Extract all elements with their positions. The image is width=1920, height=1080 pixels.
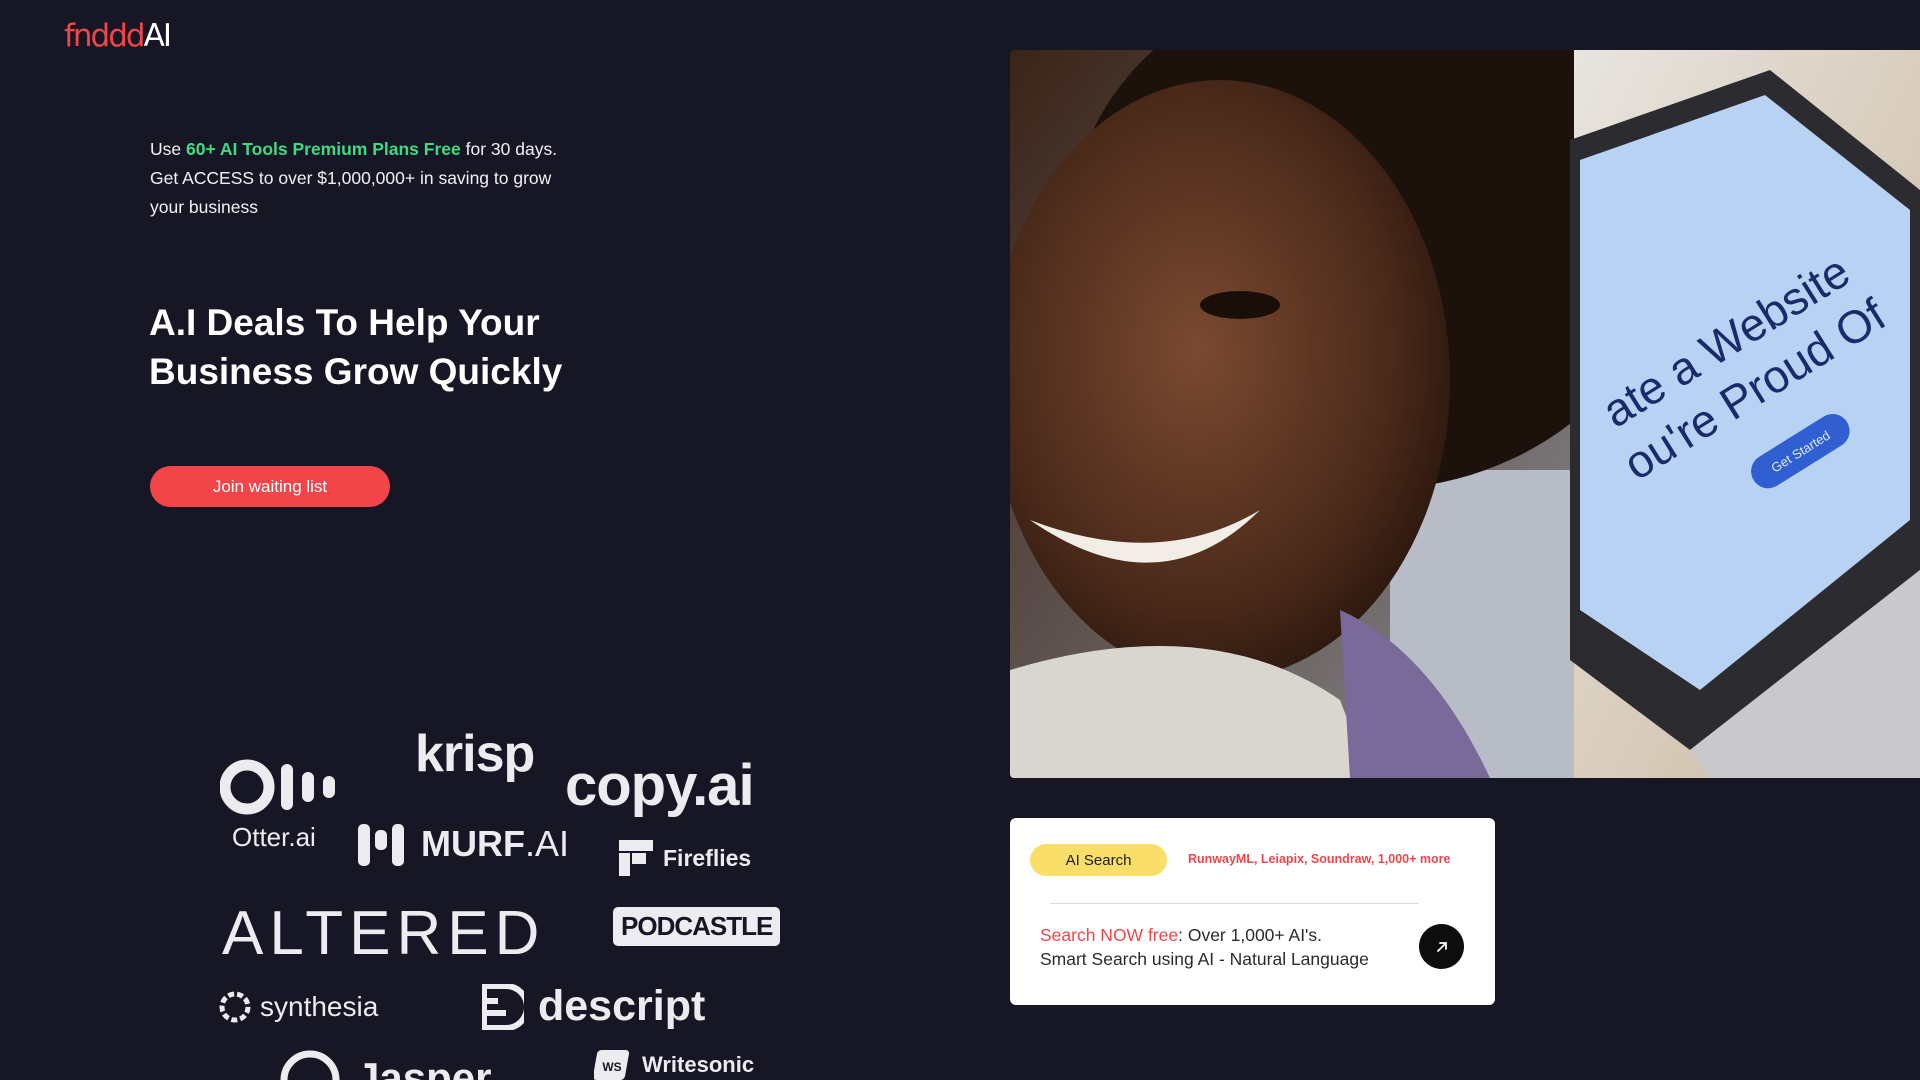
brand-podcastle: PODCASTLE	[613, 907, 781, 946]
landing-page: fndddAI Use 60+ AI Tools Premium Plans F…	[0, 0, 1920, 1080]
murf-ai: .AI	[524, 823, 569, 864]
brand-jasper: Jasper	[278, 1046, 491, 1080]
search-examples: RunwayML, Leiapix, Soundraw, 1,000+ more	[1188, 852, 1451, 866]
jasper-name: Jasper	[356, 1054, 492, 1080]
writesonic-mark-text: WS	[602, 1060, 621, 1074]
otter-logo-icon	[220, 759, 335, 815]
podcastle-name: PODCASTLE	[613, 907, 781, 946]
logo[interactable]: fndddAI	[64, 18, 172, 54]
ai-search-pill[interactable]: AI Search	[1030, 844, 1167, 876]
ai-search-card: AI Search RunwayML, Leiapix, Soundraw, 1…	[1010, 818, 1495, 1005]
face	[1010, 80, 1450, 680]
search-prompt-line2: Smart Search using AI - Natural Language	[1040, 949, 1369, 969]
descript-logo-icon	[482, 983, 524, 1030]
intro-highlight: 60+ AI Tools Premium Plans Free	[185, 139, 461, 159]
brand-descript: descript	[482, 982, 705, 1031]
writesonic-name: Writesonic	[642, 1052, 755, 1077]
murf-name: MURF	[421, 823, 525, 864]
logo-text-white: AI	[143, 18, 172, 54]
page-title: A.I Deals To Help Your Business Grow Qui…	[149, 302, 563, 392]
jasper-logo-icon	[280, 1050, 340, 1080]
search-prompt[interactable]: Search NOW free: Over 1,000+ AI's. Smart…	[1040, 923, 1369, 971]
brand-fireflies: Fireflies	[619, 840, 751, 876]
search-go-button[interactable]	[1419, 924, 1464, 969]
fireflies-name: Fireflies	[663, 844, 752, 871]
join-waiting-list-button[interactable]: Join waiting list	[150, 466, 390, 507]
search-prompt-line1: : Over 1,000+ AI's.	[1178, 925, 1323, 945]
hero-photo-collage: ate a Website ou're Proud Of Get Started	[1010, 50, 1920, 778]
arrow-up-right-icon	[1436, 941, 1447, 952]
brand-altered: ALTERED	[222, 899, 546, 968]
intro-text: Use 60+ AI Tools Premium Plans Free for …	[150, 135, 560, 222]
search-prompt-highlight: Search NOW free	[1040, 925, 1179, 945]
brand-synthesia: synthesia	[218, 990, 378, 1024]
card-divider	[1050, 903, 1419, 904]
intro-prefix: Use	[150, 139, 186, 159]
descript-name: descript	[538, 982, 706, 1030]
writesonic-logo-icon: WS	[594, 1050, 630, 1080]
synthesia-logo-icon	[219, 991, 251, 1023]
brand-murf: MURF .AI	[357, 820, 569, 868]
brand-otter: Otter.ai	[232, 822, 316, 852]
brand-krisp: krisp	[415, 725, 535, 783]
synthesia-name: synthesia	[260, 991, 379, 1022]
brand-copyai: copy.ai	[565, 753, 755, 818]
hero-image: ate a Website ou're Proud Of Get Started	[1010, 50, 1920, 778]
brand-writesonic: WS Writesonic	[594, 1048, 754, 1080]
eye	[1200, 291, 1280, 319]
logo-text-red: fnddd	[64, 18, 146, 54]
murf-logo-icon	[358, 824, 404, 866]
fireflies-logo-icon	[619, 840, 653, 876]
